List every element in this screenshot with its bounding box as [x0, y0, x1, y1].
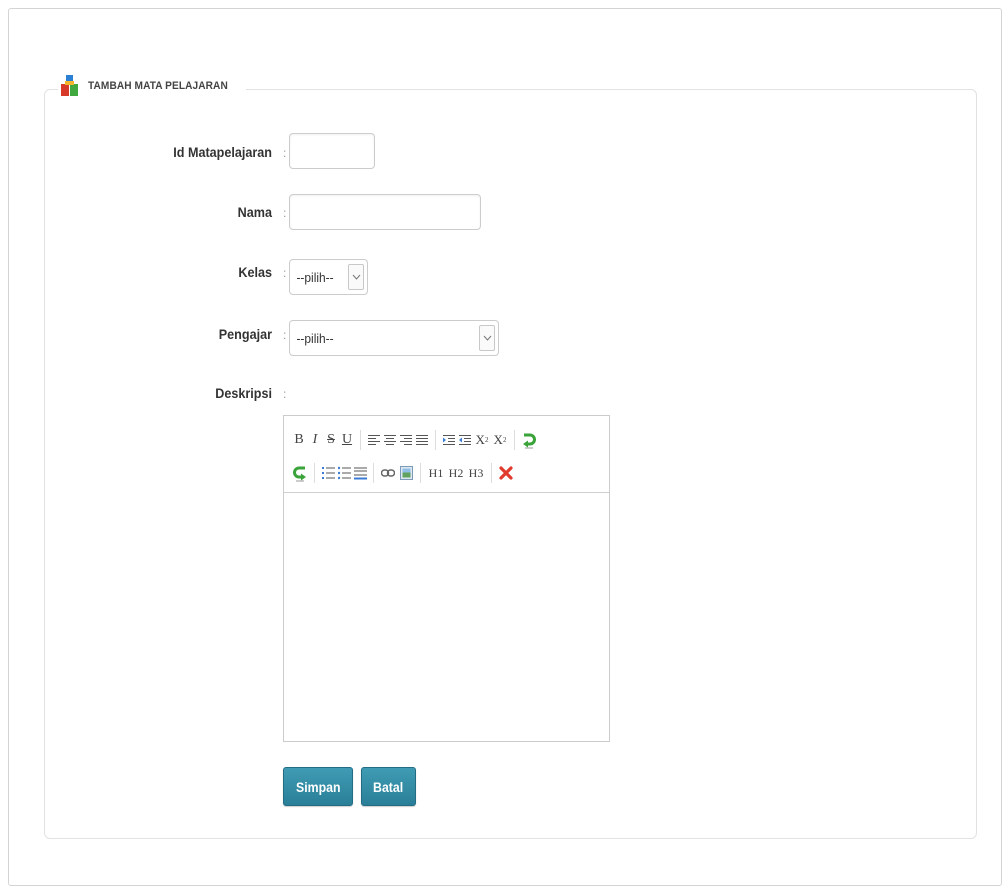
- align-right-icon[interactable]: [398, 430, 414, 450]
- toolbar-separator: [491, 463, 492, 483]
- kelas-label: Kelas: [238, 264, 272, 280]
- nama-label: Nama: [237, 204, 272, 220]
- form-icon: [60, 75, 80, 97]
- nama-colon: :: [283, 206, 287, 220]
- toolbar-separator: [373, 463, 374, 483]
- kelas-select[interactable]: --pilih--: [289, 259, 368, 295]
- chevron-down-icon[interactable]: [479, 325, 495, 351]
- subscript-button[interactable]: X2: [473, 430, 491, 450]
- heading-1-button[interactable]: H1: [426, 463, 446, 483]
- bold-button[interactable]: B: [291, 430, 307, 450]
- id-matapelajaran-label: Id Matapelajaran: [173, 144, 272, 160]
- deskripsi-label: Deskripsi: [215, 385, 272, 401]
- simpan-button[interactable]: Simpan: [283, 767, 353, 806]
- batal-button[interactable]: Batal: [361, 767, 416, 806]
- toolbar-separator: [435, 430, 436, 450]
- kelas-colon: :: [283, 266, 287, 280]
- align-center-icon[interactable]: [382, 430, 398, 450]
- form-title: TAMBAH MATA PELAJARAN: [88, 80, 228, 92]
- indent-icon[interactable]: [441, 430, 457, 450]
- toolbar-separator: [314, 463, 315, 483]
- italic-button[interactable]: I: [307, 430, 323, 450]
- image-icon[interactable]: [397, 463, 415, 483]
- remove-format-icon[interactable]: [497, 463, 515, 483]
- deskripsi-editor: B I S U X2 X2 H1 H2 H3: [283, 415, 610, 742]
- id-colon: :: [283, 146, 287, 160]
- redo-icon[interactable]: [520, 430, 538, 450]
- deskripsi-colon: :: [283, 387, 287, 401]
- deskripsi-textarea[interactable]: [284, 493, 609, 741]
- toolbar-separator: [420, 463, 421, 483]
- toolbar-separator: [360, 430, 361, 450]
- pengajar-select[interactable]: --pilih--: [289, 320, 499, 356]
- align-justify-icon[interactable]: [414, 430, 430, 450]
- underline-button[interactable]: U: [339, 430, 355, 450]
- outdent-icon[interactable]: [457, 430, 473, 450]
- editor-toolbar: B I S U X2 X2 H1 H2 H3: [284, 416, 609, 493]
- superscript-button[interactable]: X2: [491, 430, 509, 450]
- ordered-list-icon[interactable]: [320, 463, 336, 483]
- heading-3-button[interactable]: H3: [466, 463, 486, 483]
- pengajar-label: Pengajar: [218, 326, 272, 342]
- horizontal-rule-icon[interactable]: [352, 463, 368, 483]
- heading-2-button[interactable]: H2: [446, 463, 466, 483]
- pengajar-colon: :: [283, 328, 287, 342]
- unordered-list-icon[interactable]: [336, 463, 352, 483]
- chevron-down-icon[interactable]: [348, 264, 364, 290]
- form-legend: TAMBAH MATA PELAJARAN: [58, 74, 247, 98]
- kelas-selected-value: --pilih--: [296, 269, 334, 285]
- pengajar-selected-value: --pilih--: [296, 330, 334, 346]
- undo-icon[interactable]: [291, 463, 309, 483]
- toolbar-separator: [514, 430, 515, 450]
- strikethrough-button[interactable]: S: [323, 430, 339, 450]
- align-left-icon[interactable]: [366, 430, 382, 450]
- id-matapelajaran-input[interactable]: [289, 133, 375, 169]
- link-icon[interactable]: [379, 463, 397, 483]
- nama-input[interactable]: [289, 194, 481, 230]
